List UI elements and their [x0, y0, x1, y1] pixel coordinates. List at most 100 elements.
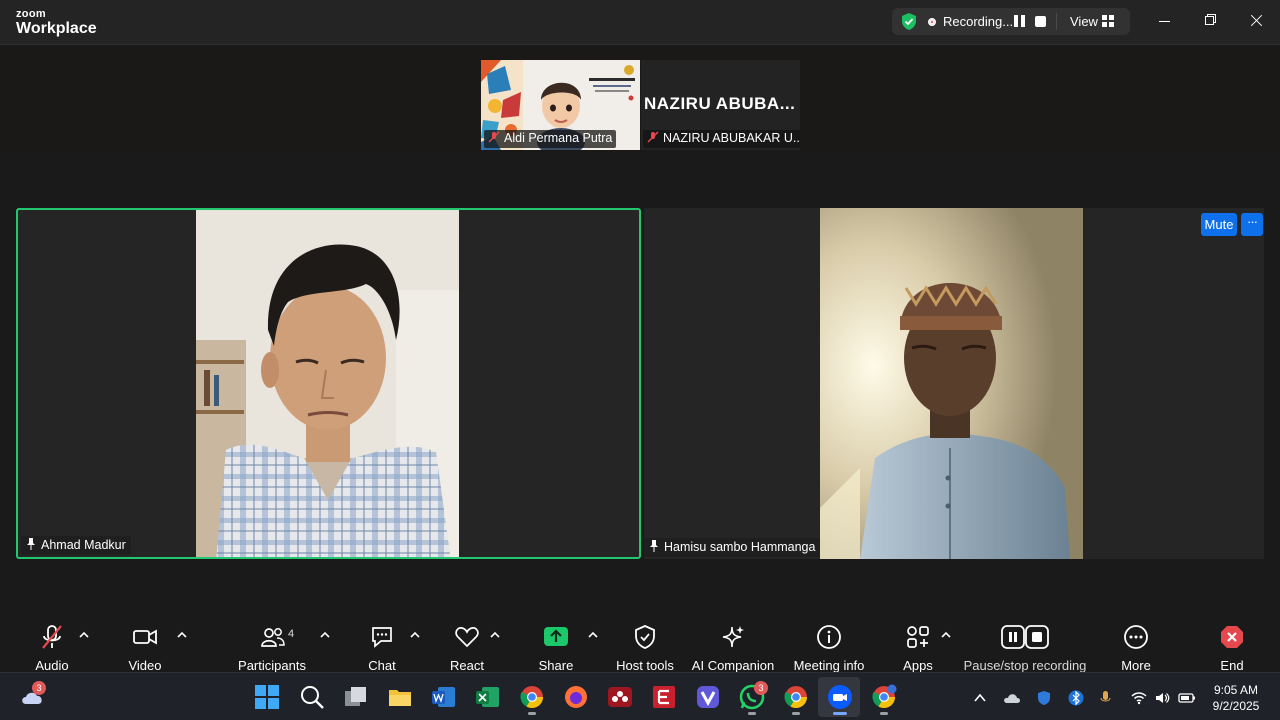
- windows-start-icon[interactable]: [254, 684, 280, 710]
- apps-button[interactable]: Apps: [893, 620, 943, 673]
- participant-name-tag: Hamisu sambo Hammanga: [644, 538, 821, 557]
- zoom-logo: zoom Workplace: [16, 9, 97, 37]
- clock-date: 9/2/2025: [1212, 699, 1260, 713]
- mic-muted-icon: [647, 131, 659, 143]
- volume-icon[interactable]: [1154, 690, 1170, 706]
- share-button[interactable]: Share: [531, 620, 581, 673]
- shield-icon: [635, 625, 655, 649]
- pause-stop-recording-button[interactable]: Pause/stop recording: [961, 620, 1089, 673]
- meeting-info-button[interactable]: Meeting info: [788, 620, 870, 673]
- chevron-up-icon[interactable]: [588, 631, 598, 639]
- search-icon[interactable]: [299, 684, 325, 710]
- participant-more-button[interactable]: ···: [1241, 213, 1263, 236]
- onedrive-icon[interactable]: [1003, 690, 1021, 706]
- chevron-up-icon[interactable]: [320, 631, 330, 639]
- ai-companion-label: AI Companion: [691, 658, 775, 673]
- chevron-up-icon[interactable]: [177, 631, 187, 639]
- more-button[interactable]: More: [1111, 620, 1161, 673]
- video-stage: Ahmad Madkur Hamisu sambo Hammanga: [0, 152, 1280, 614]
- chrome-profile-icon[interactable]: [783, 684, 809, 710]
- participant-display-name: NAZIRU ABUBA...: [644, 94, 796, 113]
- wifi-icon[interactable]: [1131, 690, 1147, 706]
- divider: [1056, 13, 1057, 30]
- battery-icon[interactable]: [1178, 690, 1196, 706]
- participant-name-tag: Aldi Permana Putra: [484, 130, 617, 148]
- audio-label: Audio: [35, 658, 69, 673]
- active-indicator: [833, 712, 847, 715]
- participant-name: Ahmad Madkur: [41, 538, 126, 552]
- participants-label: Participants: [238, 658, 306, 673]
- participants-count: 4: [288, 628, 295, 640]
- bluetooth-icon[interactable]: [1068, 690, 1084, 706]
- participant-name: Hamisu sambo Hammanga: [664, 540, 816, 554]
- chevron-up-icon[interactable]: [972, 690, 988, 706]
- gallery-strip: Aldi Permana Putra NAZIRU ABUBA... NAZIR…: [0, 46, 1280, 152]
- react-button[interactable]: React: [442, 620, 492, 673]
- zoom-app-icon[interactable]: [827, 684, 853, 710]
- vivaldi-icon[interactable]: [695, 684, 721, 710]
- chrome-profile-a-icon[interactable]: [871, 684, 897, 710]
- participants-button[interactable]: 4 Participants: [236, 620, 308, 673]
- video-label: Video: [128, 658, 162, 673]
- sparkle-icon: [722, 626, 744, 648]
- minimize-button[interactable]: [1150, 8, 1180, 34]
- firefox-icon[interactable]: [563, 684, 589, 710]
- running-indicator: [748, 712, 756, 715]
- stop-recording-button[interactable]: [1035, 16, 1046, 27]
- endnote-icon[interactable]: [651, 684, 677, 710]
- word-icon[interactable]: [431, 684, 457, 710]
- task-view-icon[interactable]: [343, 684, 369, 710]
- video-tile-active-speaker[interactable]: Ahmad Madkur: [16, 208, 641, 559]
- brand-top: zoom: [16, 8, 46, 20]
- meeting-info-label: Meeting info: [793, 658, 865, 673]
- chevron-up-icon[interactable]: [410, 631, 420, 639]
- audio-button[interactable]: Audio: [22, 620, 82, 673]
- recording-indicator[interactable]: Recording... View: [892, 8, 1130, 35]
- file-explorer-icon[interactable]: [387, 684, 413, 710]
- shield-check-icon: [902, 13, 916, 30]
- participants-icon: [261, 628, 285, 647]
- recording-label: Recording...: [943, 14, 1014, 29]
- participant-name-tag: NAZIRU ABUBAKAR U...: [643, 130, 800, 148]
- participant-name-tag: Ahmad Madkur: [21, 536, 131, 555]
- chevron-up-icon[interactable]: [79, 631, 89, 639]
- close-window-button[interactable]: [1242, 8, 1272, 34]
- chevron-up-icon[interactable]: [490, 631, 500, 639]
- pin-icon: [27, 538, 35, 550]
- restore-button[interactable]: [1196, 8, 1226, 34]
- running-indicator: [792, 712, 800, 715]
- end-meeting-button[interactable]: End: [1207, 620, 1257, 673]
- participant-thumbnail[interactable]: Aldi Permana Putra: [481, 60, 640, 150]
- mute-participant-button[interactable]: Mute: [1201, 213, 1237, 236]
- mendeley-icon[interactable]: [607, 684, 633, 710]
- system-clock[interactable]: 9:05 AM 9/2/2025: [1206, 682, 1266, 714]
- windows-taskbar: 3 3 9:05 AM 9/2/2025: [0, 672, 1280, 720]
- participant-video: [820, 208, 1083, 559]
- pause-stop-label: Pause/stop recording: [963, 658, 1087, 673]
- ai-companion-button[interactable]: AI Companion: [690, 620, 776, 673]
- mic-muted-icon: [488, 131, 500, 143]
- chevron-up-icon[interactable]: [941, 631, 951, 639]
- excel-icon[interactable]: [475, 684, 501, 710]
- video-button[interactable]: Video: [115, 620, 175, 673]
- host-tools-button[interactable]: Host tools: [612, 620, 678, 673]
- clock-time: 9:05 AM: [1213, 683, 1259, 697]
- share-screen-icon: [544, 627, 568, 646]
- chat-button[interactable]: Chat: [357, 620, 407, 673]
- heart-icon: [455, 627, 479, 648]
- defender-icon[interactable]: [1036, 690, 1052, 706]
- chrome-icon[interactable]: [519, 684, 545, 710]
- pause-recording-button[interactable]: [1014, 15, 1026, 28]
- microphone-tray-icon[interactable]: [1098, 690, 1114, 706]
- more-icon: [1124, 625, 1148, 649]
- mic-muted-icon: [42, 625, 62, 649]
- apps-grid-icon: [907, 626, 929, 648]
- view-button[interactable]: View: [1070, 14, 1098, 29]
- participant-thumbnail[interactable]: NAZIRU ABUBA... NAZIRU ABUBAKAR U...: [641, 60, 800, 150]
- meeting-toolbar: Audio Video 4 Participants Chat React Sh…: [0, 614, 1280, 673]
- pin-icon: [650, 540, 658, 552]
- info-icon: [817, 625, 841, 649]
- grid-view-icon[interactable]: [1102, 15, 1114, 27]
- participant-video-frame: [196, 210, 459, 557]
- video-tile[interactable]: Hamisu sambo Hammanga: [644, 208, 1264, 559]
